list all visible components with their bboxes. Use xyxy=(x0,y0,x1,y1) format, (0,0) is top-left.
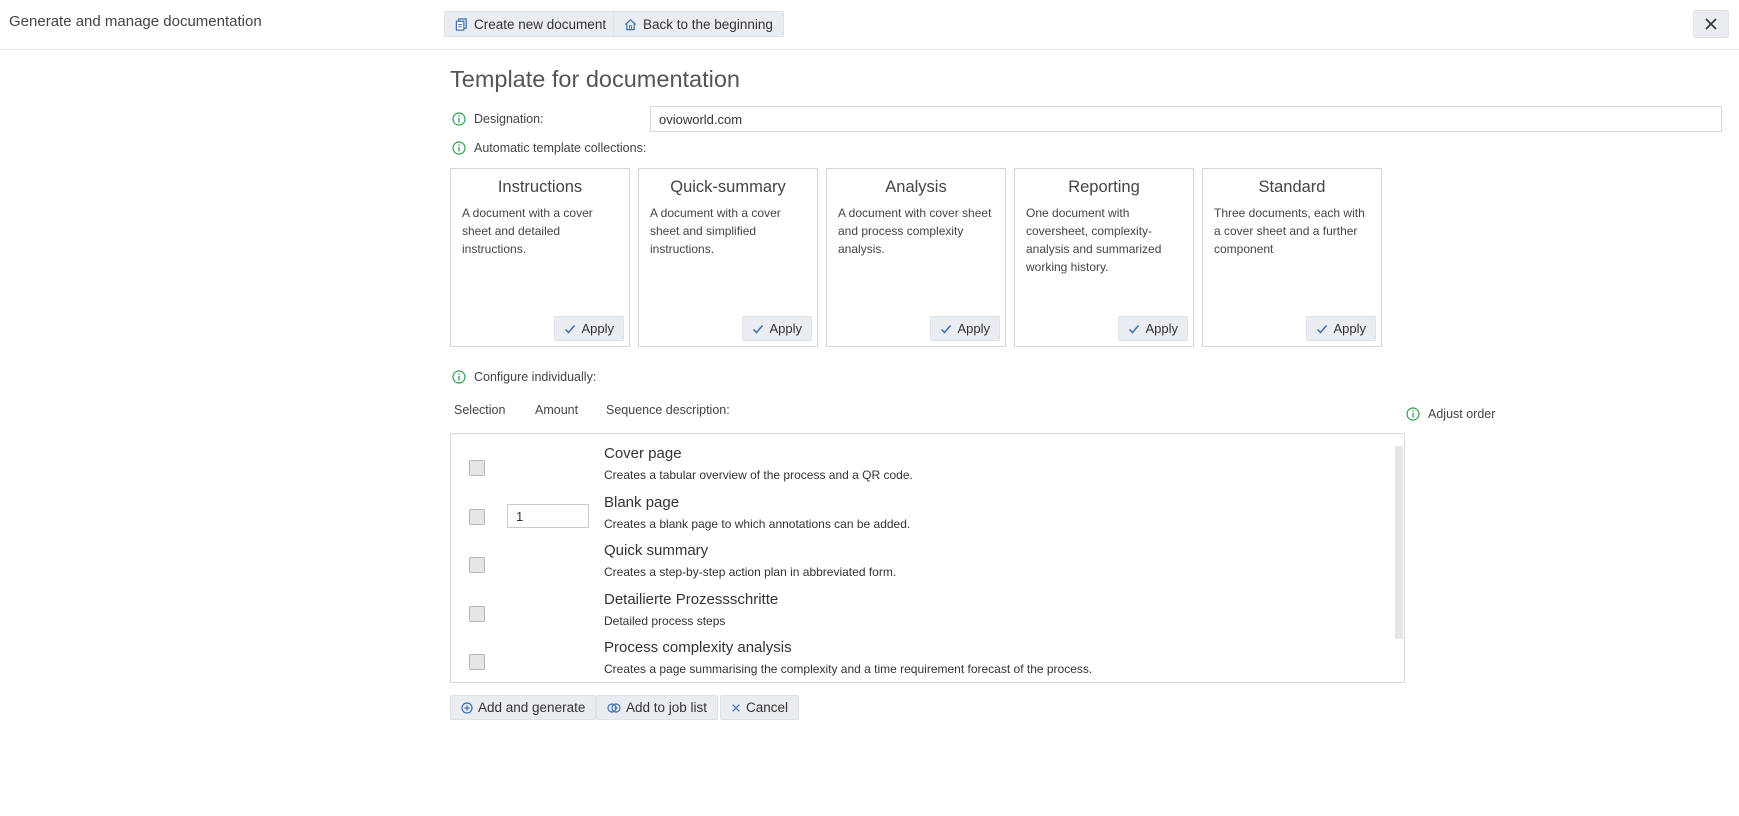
list-item: Quick summary Creates a step-by-step act… xyxy=(451,539,1394,587)
check-icon xyxy=(565,324,576,334)
close-icon xyxy=(732,703,740,712)
card-description: A document with a cover sheet and detail… xyxy=(462,206,593,256)
designation-row: Designation: xyxy=(452,112,544,126)
column-header-amount: Amount xyxy=(535,403,579,417)
card-description: One document with coversheet, complexity… xyxy=(1026,206,1162,274)
apply-button[interactable]: Apply xyxy=(1306,316,1376,341)
card-title: Reporting xyxy=(1068,178,1140,196)
automatic-collections-row: Automatic template collections: xyxy=(452,141,646,155)
designation-input[interactable] xyxy=(650,106,1722,132)
close-icon xyxy=(1705,18,1717,30)
item-title: Process complexity analysis xyxy=(604,639,792,656)
item-title: Cover page xyxy=(604,445,682,462)
selection-checkbox[interactable] xyxy=(469,654,485,670)
check-icon xyxy=(1317,324,1328,334)
apply-label: Apply xyxy=(1145,321,1178,336)
card-description: A document with cover sheet and process … xyxy=(838,206,992,256)
info-icon xyxy=(452,141,466,155)
back-to-beginning-button[interactable]: Back to the beginning xyxy=(613,11,784,37)
template-card-analysis: Analysis A document with cover sheet and… xyxy=(826,168,1006,347)
apply-label: Apply xyxy=(1333,321,1366,336)
apply-label: Apply xyxy=(581,321,614,336)
template-card-instructions: Instructions A document with a cover she… xyxy=(450,168,630,347)
check-icon xyxy=(1129,324,1140,334)
item-description: Creates a blank page to which annotation… xyxy=(604,517,911,531)
configure-individually-label: Configure individually: xyxy=(474,370,597,384)
info-icon xyxy=(452,112,466,126)
check-icon xyxy=(941,324,952,334)
info-icon xyxy=(1406,407,1420,421)
template-card-quick-summary: Quick-summary A document with a cover sh… xyxy=(638,168,818,347)
home-icon xyxy=(624,18,637,30)
item-title: Detailierte Prozessschritte xyxy=(604,591,779,608)
list-item: Process complexity analysis Creates a pa… xyxy=(451,636,1394,682)
apply-button[interactable]: Apply xyxy=(742,316,812,341)
card-title: Analysis xyxy=(885,178,947,196)
plus-circle-icon xyxy=(461,701,473,714)
cancel-label: Cancel xyxy=(746,700,789,715)
add-to-job-list-label: Add to job list xyxy=(626,700,708,715)
item-title: Blank page xyxy=(604,494,680,511)
apply-button[interactable]: Apply xyxy=(1118,316,1188,341)
app-title: Generate and manage documentation xyxy=(9,13,262,30)
item-title: Quick summary xyxy=(604,542,709,559)
card-description: Three documents, each with a cover sheet… xyxy=(1214,206,1365,256)
selection-checkbox[interactable] xyxy=(469,460,485,476)
card-title: Quick-summary xyxy=(670,178,786,196)
apply-label: Apply xyxy=(957,321,990,336)
add-to-job-list-button[interactable]: Add to job list xyxy=(596,695,719,720)
card-description: A document with a cover sheet and simpli… xyxy=(650,206,781,256)
configure-individually-row: Configure individually: xyxy=(452,370,596,384)
item-description: Creates a page summarising the complexit… xyxy=(604,662,1093,676)
add-and-generate-button[interactable]: Add and generate xyxy=(450,695,597,720)
create-new-document-button[interactable]: Create new document xyxy=(444,11,618,37)
selection-checkbox[interactable] xyxy=(469,557,485,573)
add-and-generate-label: Add and generate xyxy=(478,700,586,715)
automatic-collections-label: Automatic template collections: xyxy=(474,141,647,155)
item-description: Creates a step-by-step action plan in ab… xyxy=(604,565,897,579)
top-bar: Generate and manage documentation Create… xyxy=(0,0,1739,50)
item-description: Detailed process steps xyxy=(604,614,726,628)
list-item: Cover page Creates a tabular overview of… xyxy=(451,442,1394,490)
card-title: Instructions xyxy=(497,178,583,196)
item-description: Creates a tabular overview of the proces… xyxy=(604,468,913,482)
page-title: Template for documentation xyxy=(450,66,740,92)
create-new-document-label: Create new document xyxy=(474,16,607,32)
column-header-selection: Selection xyxy=(454,403,506,417)
back-to-beginning-label: Back to the beginning xyxy=(643,16,773,32)
sequence-list: Cover page Creates a tabular overview of… xyxy=(450,433,1405,683)
template-card-standard: Standard Three documents, each with a co… xyxy=(1202,168,1382,347)
apply-button[interactable]: Apply xyxy=(554,316,624,341)
designation-label: Designation: xyxy=(474,112,544,126)
info-icon xyxy=(452,370,466,384)
amount-input[interactable] xyxy=(507,504,589,528)
template-card-reporting: Reporting One document with coversheet, … xyxy=(1014,168,1194,347)
column-header-description: Sequence description: xyxy=(606,403,730,417)
close-button[interactable] xyxy=(1693,10,1729,38)
job-list-icon xyxy=(607,702,621,713)
adjust-order-label: Adjust order xyxy=(1428,407,1496,421)
list-item: Detailierte Prozessschritte Detailed pro… xyxy=(451,588,1394,636)
card-title: Standard xyxy=(1258,178,1326,196)
list-item: Blank page Creates a blank page to which… xyxy=(451,491,1394,539)
selection-checkbox[interactable] xyxy=(469,509,485,525)
document-copy-icon xyxy=(455,17,467,31)
list-scrollbar[interactable] xyxy=(1395,446,1403,639)
cancel-button[interactable]: Cancel xyxy=(720,695,800,720)
apply-label: Apply xyxy=(769,321,802,336)
apply-button[interactable]: Apply xyxy=(930,316,1000,341)
selection-checkbox[interactable] xyxy=(469,606,485,622)
adjust-order-toggle[interactable]: Adjust order xyxy=(1406,407,1495,421)
check-icon xyxy=(753,324,764,334)
